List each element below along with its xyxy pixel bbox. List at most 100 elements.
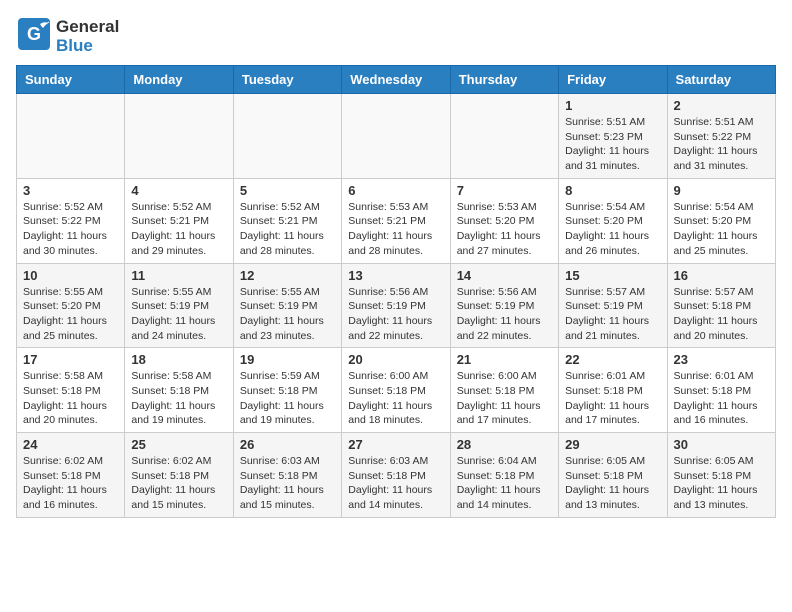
day-info: Sunrise: 5:54 AMSunset: 5:20 PMDaylight:… — [565, 200, 660, 259]
day-info: Sunrise: 5:58 AMSunset: 5:18 PMDaylight:… — [131, 369, 226, 428]
calendar-day-cell: 29Sunrise: 6:05 AMSunset: 5:18 PMDayligh… — [559, 433, 667, 518]
calendar-day-cell: 24 Sunrise: 6:02 AMSunset: 5:18 PMDayligh… — [17, 433, 125, 518]
day-info: Sunrise: 5:52 AMSunset: 5:21 PMDaylight:… — [131, 200, 226, 259]
day-number: 28 — [457, 437, 552, 452]
day-info: Sunrise: 5:59 AMSunset: 5:18 PMDaylight:… — [240, 369, 335, 428]
calendar-day-cell: 11 Sunrise: 5:55 AMSunset: 5:19 PMDayligh… — [125, 263, 233, 348]
day-info: Sunrise: 6:04 AMSunset: 5:18 PMDaylight:… — [457, 454, 552, 513]
day-number: 30 — [674, 437, 769, 452]
calendar-day-cell: 2Sunrise: 5:51 AMSunset: 5:22 PMDaylight… — [667, 94, 775, 179]
day-info: Sunrise: 6:03 AMSunset: 5:18 PMDaylight:… — [348, 454, 443, 513]
calendar-day-cell — [125, 94, 233, 179]
day-number: 25 — [131, 437, 226, 452]
day-number: 19 — [240, 352, 335, 367]
calendar-week-row: 3Sunrise: 5:52 AMSunset: 5:22 PMDaylight… — [17, 178, 776, 263]
day-info: Sunrise: 6:00 AMSunset: 5:18 PMDaylight:… — [348, 369, 443, 428]
day-info: Sunrise: 6:02 AMSunset: 5:18 PMDaylight:… — [131, 454, 226, 513]
calendar-week-row: 1 Sunrise: 5:51 AMSunset: 5:23 PMDaylight… — [17, 94, 776, 179]
calendar-day-cell: 21Sunrise: 6:00 AMSunset: 5:18 PMDayligh… — [450, 348, 558, 433]
calendar-day-cell: 3Sunrise: 5:52 AMSunset: 5:22 PMDaylight… — [17, 178, 125, 263]
day-number: 10 — [23, 268, 118, 283]
calendar-day-cell: 25 Sunrise: 6:02 AMSunset: 5:18 PMDayligh… — [125, 433, 233, 518]
calendar-week-row: 17 Sunrise: 5:58 AMSunset: 5:18 PMDayligh… — [17, 348, 776, 433]
day-info: Sunrise: 6:01 AMSunset: 5:18 PMDaylight:… — [565, 369, 660, 428]
day-number: 23 — [674, 352, 769, 367]
day-number: 12 — [240, 268, 335, 283]
weekday-header: Wednesday — [342, 66, 450, 94]
day-number: 5 — [240, 183, 335, 198]
day-number: 14 — [457, 268, 552, 283]
calendar-day-cell: 23Sunrise: 6:01 AMSunset: 5:18 PMDayligh… — [667, 348, 775, 433]
calendar-day-cell: 15 Sunrise: 5:57 AMSunset: 5:19 PMDayligh… — [559, 263, 667, 348]
day-number: 13 — [348, 268, 443, 283]
day-number: 3 — [23, 183, 118, 198]
logo: G General Blue — [16, 16, 119, 57]
day-number: 11 — [131, 268, 226, 283]
calendar-day-cell: 8 Sunrise: 5:54 AMSunset: 5:20 PMDaylight… — [559, 178, 667, 263]
day-info: Sunrise: 5:58 AMSunset: 5:18 PMDaylight:… — [23, 369, 118, 428]
day-info: Sunrise: 5:57 AMSunset: 5:18 PMDaylight:… — [674, 285, 769, 344]
calendar-week-row: 24 Sunrise: 6:02 AMSunset: 5:18 PMDayligh… — [17, 433, 776, 518]
day-number: 21 — [457, 352, 552, 367]
day-info: Sunrise: 5:56 AMSunset: 5:19 PMDaylight:… — [457, 285, 552, 344]
day-number: 15 — [565, 268, 660, 283]
svg-text:G: G — [27, 24, 41, 44]
day-number: 27 — [348, 437, 443, 452]
calendar-day-cell: 7Sunrise: 5:53 AMSunset: 5:20 PMDaylight… — [450, 178, 558, 263]
calendar-day-cell — [17, 94, 125, 179]
day-info: Sunrise: 5:55 AMSunset: 5:19 PMDaylight:… — [131, 285, 226, 344]
day-number: 2 — [674, 98, 769, 113]
calendar-table: SundayMondayTuesdayWednesdayThursdayFrid… — [16, 65, 776, 518]
day-number: 20 — [348, 352, 443, 367]
calendar-day-cell: 19 Sunrise: 5:59 AMSunset: 5:18 PMDayligh… — [233, 348, 341, 433]
calendar-day-cell: 12 Sunrise: 5:55 AMSunset: 5:19 PMDayligh… — [233, 263, 341, 348]
weekday-header: Monday — [125, 66, 233, 94]
calendar-day-cell: 22 Sunrise: 6:01 AMSunset: 5:18 PMDayligh… — [559, 348, 667, 433]
weekday-header: Tuesday — [233, 66, 341, 94]
calendar-day-cell: 14 Sunrise: 5:56 AMSunset: 5:19 PMDayligh… — [450, 263, 558, 348]
day-info: Sunrise: 5:55 AMSunset: 5:19 PMDaylight:… — [240, 285, 335, 344]
calendar-day-cell: 13Sunrise: 5:56 AMSunset: 5:19 PMDayligh… — [342, 263, 450, 348]
day-info: Sunrise: 6:02 AMSunset: 5:18 PMDaylight:… — [23, 454, 118, 513]
day-info: Sunrise: 5:55 AMSunset: 5:20 PMDaylight:… — [23, 285, 118, 344]
day-number: 1 — [565, 98, 660, 113]
calendar-day-cell: 9 Sunrise: 5:54 AMSunset: 5:20 PMDaylight… — [667, 178, 775, 263]
calendar-day-cell: 27 Sunrise: 6:03 AMSunset: 5:18 PMDayligh… — [342, 433, 450, 518]
day-info: Sunrise: 5:53 AMSunset: 5:21 PMDaylight:… — [348, 200, 443, 259]
calendar-day-cell: 1 Sunrise: 5:51 AMSunset: 5:23 PMDaylight… — [559, 94, 667, 179]
calendar-day-cell — [233, 94, 341, 179]
day-info: Sunrise: 5:57 AMSunset: 5:19 PMDaylight:… — [565, 285, 660, 344]
day-number: 9 — [674, 183, 769, 198]
calendar-day-cell: 20 Sunrise: 6:00 AMSunset: 5:18 PMDayligh… — [342, 348, 450, 433]
calendar-day-cell — [450, 94, 558, 179]
calendar-day-cell: 26Sunrise: 6:03 AMSunset: 5:18 PMDayligh… — [233, 433, 341, 518]
day-info: Sunrise: 5:52 AMSunset: 5:21 PMDaylight:… — [240, 200, 335, 259]
day-number: 6 — [348, 183, 443, 198]
calendar-day-cell: 28 Sunrise: 6:04 AMSunset: 5:18 PMDayligh… — [450, 433, 558, 518]
calendar-header-row: SundayMondayTuesdayWednesdayThursdayFrid… — [17, 66, 776, 94]
day-info: Sunrise: 5:51 AMSunset: 5:23 PMDaylight:… — [565, 115, 660, 174]
day-number: 4 — [131, 183, 226, 198]
day-number: 24 — [23, 437, 118, 452]
logo-icon: G — [16, 16, 52, 52]
calendar-day-cell: 30 Sunrise: 6:05 AMSunset: 5:18 PMDayligh… — [667, 433, 775, 518]
calendar-week-row: 10 Sunrise: 5:55 AMSunset: 5:20 PMDayligh… — [17, 263, 776, 348]
weekday-header: Thursday — [450, 66, 558, 94]
day-number: 16 — [674, 268, 769, 283]
calendar-day-cell: 18Sunrise: 5:58 AMSunset: 5:18 PMDayligh… — [125, 348, 233, 433]
calendar-day-cell: 10 Sunrise: 5:55 AMSunset: 5:20 PMDayligh… — [17, 263, 125, 348]
calendar-day-cell — [342, 94, 450, 179]
logo-text: General — [56, 18, 119, 37]
day-info: Sunrise: 6:03 AMSunset: 5:18 PMDaylight:… — [240, 454, 335, 513]
weekday-header: Friday — [559, 66, 667, 94]
day-number: 17 — [23, 352, 118, 367]
calendar-day-cell: 5 Sunrise: 5:52 AMSunset: 5:21 PMDaylight… — [233, 178, 341, 263]
page-header: G General Blue — [16, 16, 776, 57]
day-info: Sunrise: 6:05 AMSunset: 5:18 PMDaylight:… — [674, 454, 769, 513]
day-number: 8 — [565, 183, 660, 198]
day-info: Sunrise: 5:54 AMSunset: 5:20 PMDaylight:… — [674, 200, 769, 259]
calendar-day-cell: 16 Sunrise: 5:57 AMSunset: 5:18 PMDayligh… — [667, 263, 775, 348]
day-number: 22 — [565, 352, 660, 367]
calendar-day-cell: 6 Sunrise: 5:53 AMSunset: 5:21 PMDaylight… — [342, 178, 450, 263]
calendar-day-cell: 17 Sunrise: 5:58 AMSunset: 5:18 PMDayligh… — [17, 348, 125, 433]
